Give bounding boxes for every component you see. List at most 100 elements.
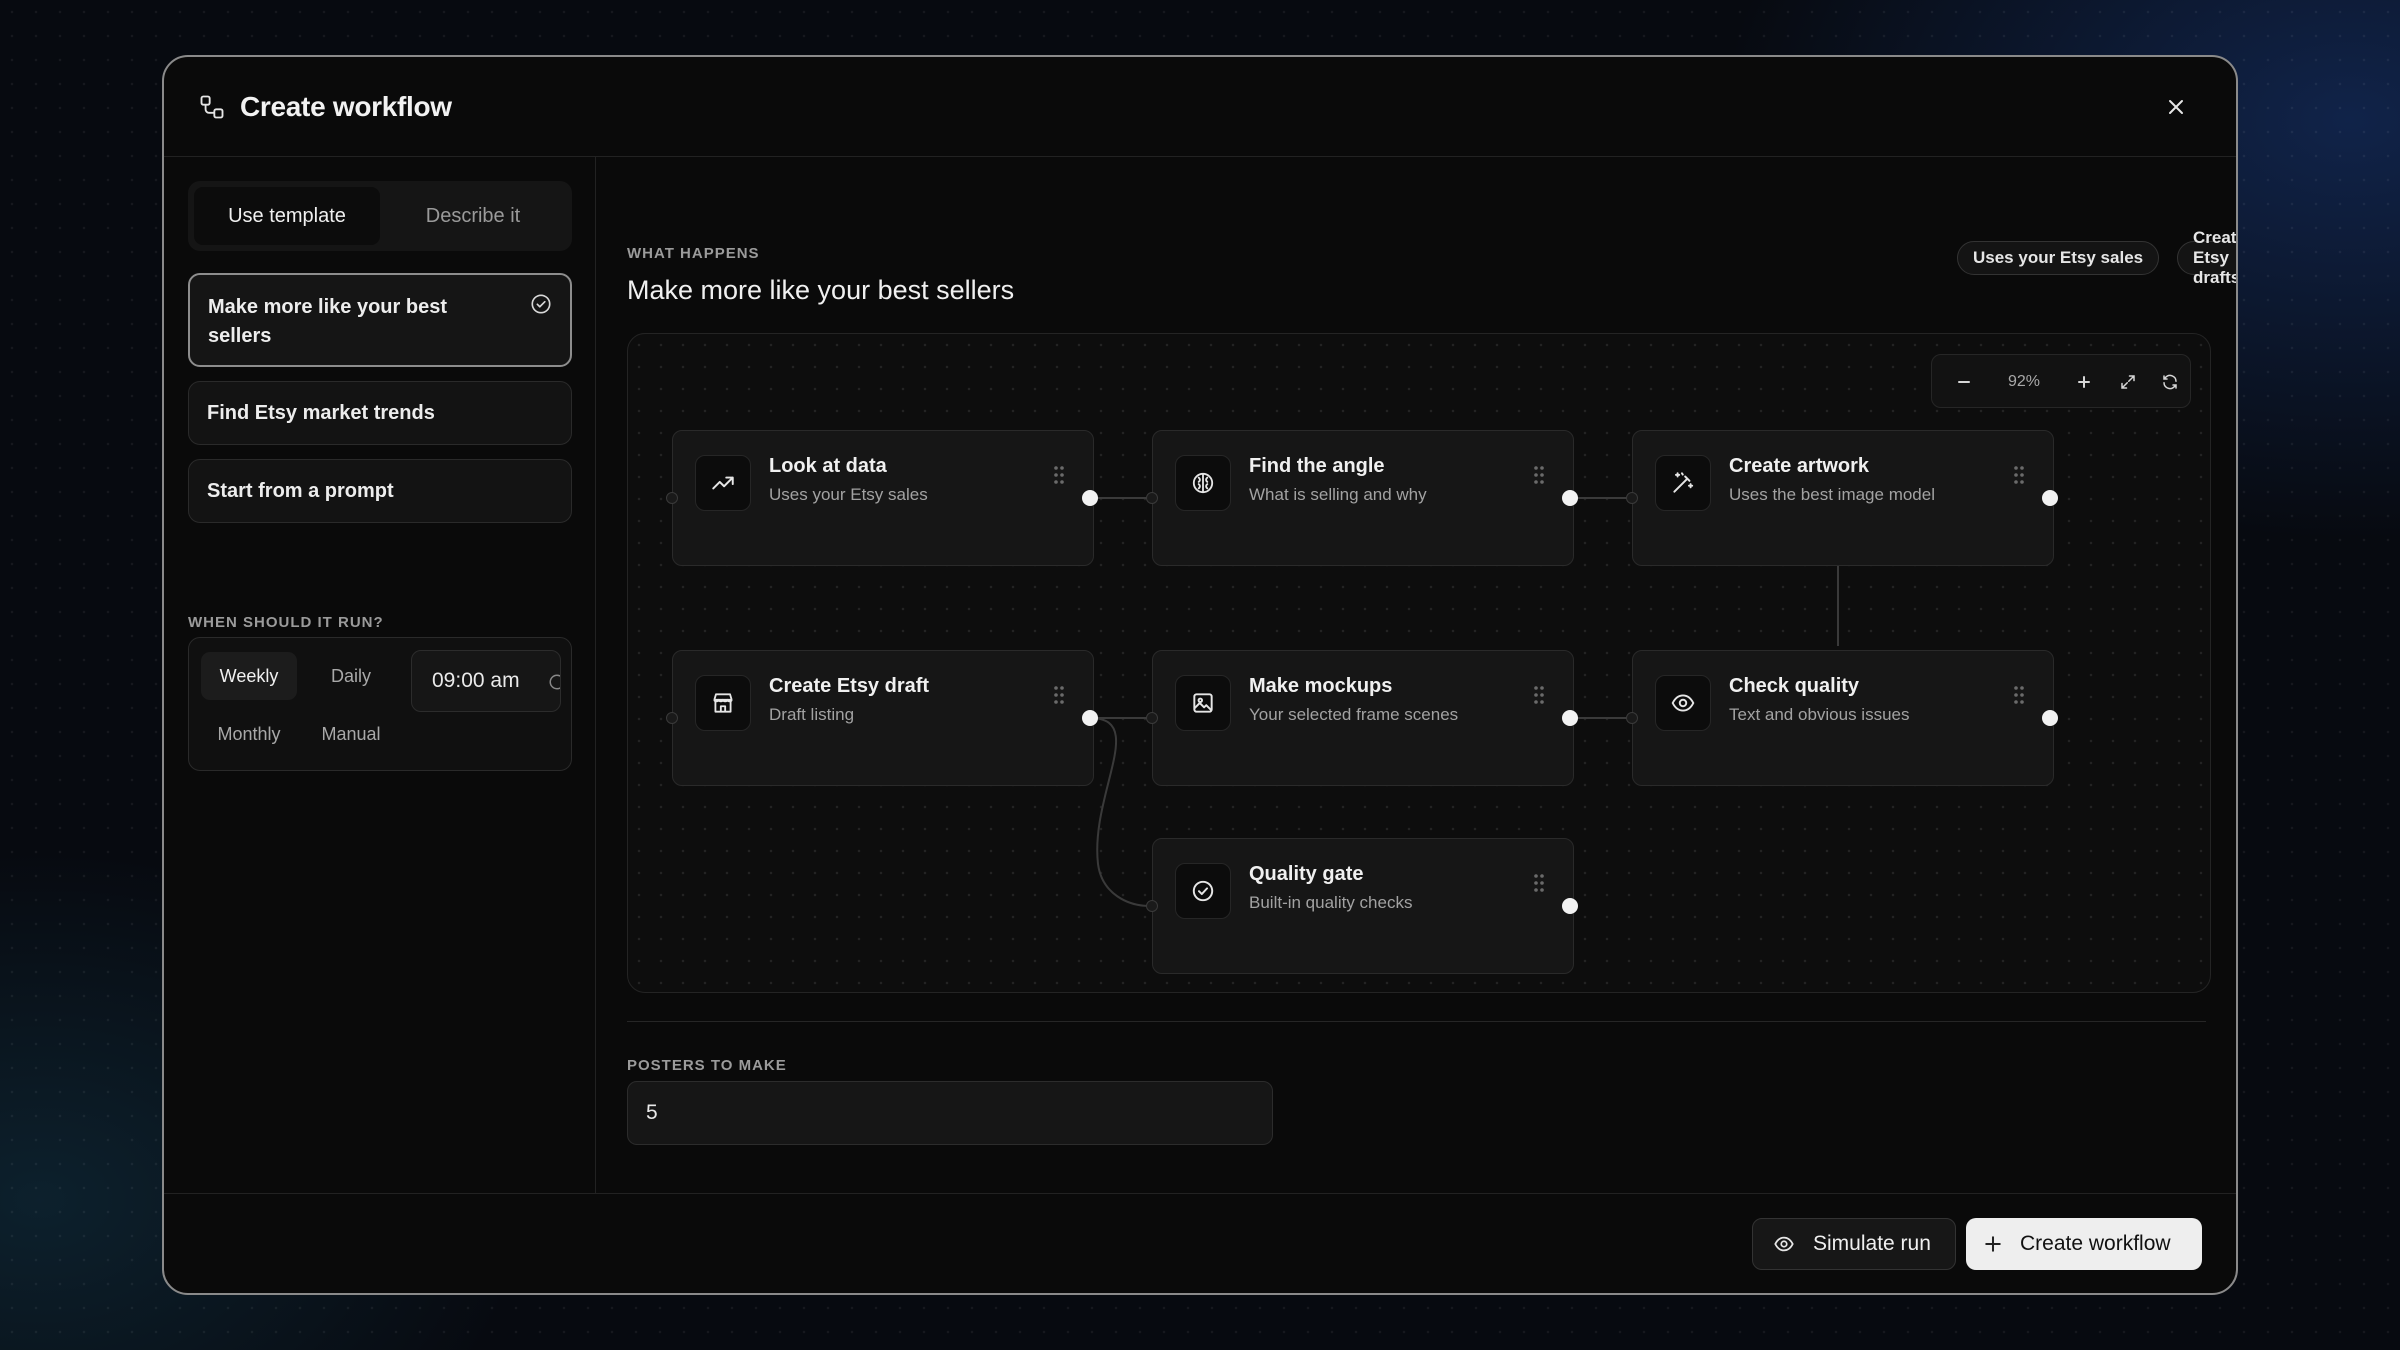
input-port[interactable] [666,492,678,504]
drag-handle-icon[interactable] [1533,873,1545,893]
node-quality-gate[interactable]: Quality gate Built-in quality checks [1152,838,1574,974]
node-create-etsy-draft[interactable]: Create Etsy draft Draft listing [672,650,1094,786]
frequency-daily[interactable]: Daily [303,652,399,700]
modal-header: Create workflow [164,57,2236,157]
input-port[interactable] [666,712,678,724]
node-subtitle: Built-in quality checks [1249,893,1413,912]
node-title: Create Etsy draft [769,675,930,697]
drag-handle-icon[interactable] [1533,685,1545,705]
node-icon-box [695,455,751,511]
check-circle-icon [1192,880,1214,902]
expand-icon [2121,375,2135,389]
input-port[interactable] [1626,492,1638,504]
node-subtitle: Draft listing [769,705,855,724]
output-port[interactable] [1562,710,1578,726]
check-circle-icon [531,294,551,314]
node-icon-box [695,675,751,731]
connector [1089,717,1151,907]
output-port[interactable] [1562,898,1578,914]
template-market-trends[interactable]: Find Etsy market trends [188,381,572,445]
zoom-level: 92% [2007,373,2041,390]
workflow-canvas[interactable]: 92% Look at data Uses your Etsy sales Fi… [627,333,2211,993]
image-icon [1193,693,1213,713]
template-best-sellers[interactable]: Make more like your best sellers [188,273,572,367]
refresh-icon [2163,374,2177,390]
node-title: Look at data [769,455,887,477]
frequency-manual[interactable]: Manual [303,710,399,758]
time-input[interactable]: 09:00 am [411,650,561,712]
node-subtitle: What is selling and why [1249,485,1427,504]
workflow-icon [200,95,224,118]
drag-handle-icon[interactable] [2013,465,2025,485]
node-make-mockups[interactable]: Make mockups Your selected frame scenes [1152,650,1574,786]
node-check-quality[interactable]: Check quality Text and obvious issues [1632,650,2054,786]
plus-icon [2078,376,2090,388]
node-icon-box [1655,675,1711,731]
frequency-monthly[interactable]: Monthly [201,710,297,758]
drag-handle-icon[interactable] [1053,465,1065,485]
node-find-the-angle[interactable]: Find the angle What is selling and why [1152,430,1574,566]
node-subtitle: Your selected frame scenes [1249,705,1459,724]
plus-icon [1985,1236,2001,1252]
create-workflow-button[interactable]: Create workflow [1966,1218,2202,1270]
input-port[interactable] [1146,492,1158,504]
tab-use-template[interactable]: Use template [194,187,380,245]
input-port[interactable] [1146,900,1158,912]
node-subtitle: Text and obvious issues [1729,705,1910,724]
pill-etsy-drafts: Creates Etsy drafts [2177,228,2236,287]
node-title: Create artwork [1729,455,1870,477]
node-icon-box [1175,863,1231,919]
node-title: Quality gate [1249,863,1364,885]
node-icon-box [1175,675,1231,731]
create-workflow-modal: Create workflow Use template Describe it… [162,55,2238,1295]
brain-icon [1192,472,1214,494]
output-port[interactable] [1082,710,1098,726]
template-label: Find Etsy market trends [207,401,435,424]
sidebar: Use template Describe it Make more like … [164,157,596,1193]
modal-footer: Simulate run Create workflow [164,1193,2236,1293]
zoom-controls: 92% [1931,354,2191,408]
close-button[interactable] [2162,93,2190,121]
node-create-artwork[interactable]: Create artwork Uses the best image model [1632,430,2054,566]
input-port[interactable] [1146,712,1158,724]
template-from-prompt[interactable]: Start from a prompt [188,459,572,523]
simulate-run-label: Simulate run [1813,1232,1931,1255]
time-value: 09:00 am [432,669,520,692]
workflow-title: Make more like your best sellers [627,275,1015,305]
pill-etsy-sales: Uses your Etsy sales [1957,241,2160,275]
drag-handle-icon[interactable] [1533,465,1545,485]
node-icon-box [1655,455,1711,511]
close-icon [2169,100,2183,114]
node-title: Check quality [1729,675,1860,697]
zoom-in-button[interactable] [2062,355,2106,409]
output-port[interactable] [2042,710,2058,726]
tab-describe-it[interactable]: Describe it [380,187,566,245]
frequency-weekly[interactable]: Weekly [201,652,297,700]
drag-handle-icon[interactable] [1053,685,1065,705]
what-happens-label: What happens [627,245,760,262]
output-port[interactable] [2042,490,2058,506]
node-subtitle: Uses your Etsy sales [769,485,928,504]
simulate-run-button[interactable]: Simulate run [1752,1218,1956,1270]
drag-handle-icon[interactable] [2013,685,2025,705]
node-subtitle: Uses the best image model [1729,485,1935,504]
fit-view-button[interactable] [2108,355,2148,409]
main-panel: What happens Make more like your best se… [597,157,2236,1193]
schedule-panel: Weekly Daily Monthly Manual 09:00 am [188,637,572,771]
magic-wand-icon [1673,472,1694,493]
minus-icon [1958,381,1970,383]
output-port[interactable] [1562,490,1578,506]
input-port[interactable] [1626,712,1638,724]
posters-label: Posters to make [627,1057,787,1074]
zoom-out-button[interactable] [1942,355,1986,409]
node-title: Find the angle [1249,455,1385,477]
posters-count-input[interactable]: 5 [627,1081,1273,1145]
template-label: Make more like your best sellers [208,296,447,347]
node-icon-box [1175,455,1231,511]
output-port[interactable] [1082,490,1098,506]
modal-title: Create workflow [240,90,452,122]
eye-icon [1671,694,1695,712]
reset-view-button[interactable] [2150,355,2190,409]
section-divider [627,1021,2206,1022]
node-look-at-data[interactable]: Look at data Uses your Etsy sales [672,430,1094,566]
